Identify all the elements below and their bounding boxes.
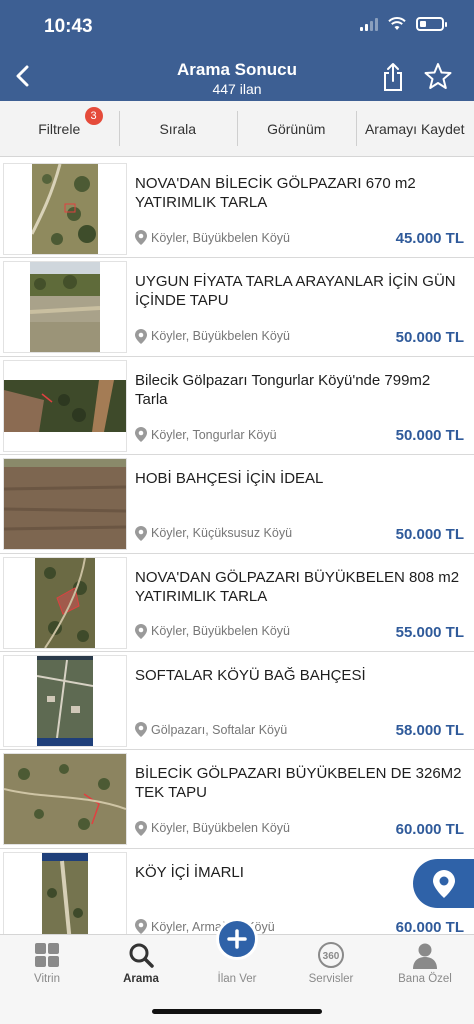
listing-title: NOVA'DAN BİLECİK GÖLPAZARI 670 m2 YATIRI… (135, 175, 416, 211)
listing-photo (3, 556, 127, 649)
listing-item[interactable]: Bilecik Gölpazarı Tongurlar Köyü'nde 799… (0, 357, 474, 456)
listing-title: Bilecik Gölpazarı Tongurlar Köyü'nde 799… (135, 371, 431, 408)
listing-photo (3, 359, 127, 452)
listing-title: SOFTALAR KÖYÜ BAĞ BAHÇESİ (135, 666, 366, 684)
person-icon (413, 943, 437, 969)
listing-item[interactable]: SOFTALAR KÖYÜ BAĞ BAHÇESİ Gölpazarı, Sof… (0, 652, 474, 751)
search-icon (129, 943, 154, 968)
tab-arama[interactable]: Arama (94, 935, 188, 995)
listing-photo (3, 458, 127, 551)
view-label: Görünüm (267, 120, 326, 137)
listing-title: BİLECİK GÖLPAZARI BÜYÜKBELEN DE 326M2 TE… (135, 765, 462, 802)
listing-location-text: Köyler, Tongurlar Köyü (151, 427, 277, 442)
tab-label: Vitrin (34, 973, 60, 985)
listing-location-text: Köyler, Büyükbelen Köyü (151, 329, 290, 344)
listing-price: 50.000 TL (395, 328, 464, 346)
listing-photo (3, 163, 127, 255)
status-icons (360, 17, 447, 31)
tab-bana-ozel[interactable]: Bana Özel (378, 935, 472, 995)
wifi-icon (388, 17, 406, 30)
tab-label: Arama (123, 973, 159, 985)
status-time: 10:43 (44, 16, 93, 37)
location-pin-icon (135, 919, 147, 935)
tab-vitrin[interactable]: Vitrin (0, 935, 94, 995)
360-icon: 360 (318, 942, 344, 968)
listing-title: UYGUN FİYATA TARLA ARAYANLAR İÇİN GÜN İÇ… (135, 273, 456, 310)
home-indicator (152, 1009, 322, 1014)
listing-item[interactable]: BİLECİK GÖLPAZARI BÜYÜKBELEN DE 326M2 TE… (0, 750, 474, 849)
listing-photo (3, 261, 127, 354)
listing-price: 55.000 TL (395, 623, 464, 641)
listing-item[interactable]: HOBİ BAHÇESİ İÇİN İDEAL Köyler, Küçüksus… (0, 455, 474, 554)
save-search-label: Aramayı Kaydet (364, 120, 465, 137)
favorite-search-button[interactable] (424, 62, 452, 90)
star-icon (424, 63, 452, 89)
listing-price: 50.000 TL (395, 525, 464, 543)
listing-location: Gölpazarı, Softalar Köyü (135, 722, 288, 738)
location-pin-icon (135, 623, 147, 639)
listing-location-text: Gölpazarı, Softalar Köyü (151, 722, 288, 737)
filter-button[interactable]: Filtrele 3 (0, 101, 119, 156)
location-pin-icon (135, 230, 147, 246)
listing-location-text: Köyler, Büyükbelen Köyü (151, 821, 290, 836)
cellular-signal-icon (360, 17, 378, 31)
share-button[interactable] (381, 62, 405, 92)
listing-location-text: Köyler, Küçüksusuz Köyü (151, 526, 293, 541)
listing-location-text: Köyler, Büyükbelen Köyü (151, 230, 290, 245)
listing-list: NOVA'DAN BİLECİK GÖLPAZARI 670 m2 YATIRI… (0, 160, 474, 948)
svg-text:360: 360 (323, 951, 340, 962)
filter-count-badge: 3 (84, 107, 103, 125)
location-pin-icon (135, 722, 147, 738)
listing-location: Köyler, Büyükbelen Köyü (135, 328, 290, 344)
listing-location-text: Köyler, Büyükbelen Köyü (151, 624, 290, 639)
listing-photo (3, 654, 127, 747)
listing-item[interactable]: NOVA'DAN BİLECİK GÖLPAZARI 670 m2 YATIRI… (0, 160, 474, 259)
listing-location: Köyler, Tongurlar Köyü (135, 427, 277, 443)
view-button[interactable]: Görünüm (237, 101, 356, 156)
location-pin-icon (432, 869, 455, 898)
listing-location: Köyler, Büyükbelen Köyü (135, 230, 290, 246)
results-toolbar: Filtrele 3 Sırala Görünüm Aramayı Kaydet (0, 101, 474, 157)
tab-label: Servisler (308, 973, 354, 985)
listing-title: HOBİ BAHÇESİ İÇİN İDEAL (135, 470, 324, 488)
tab-servisler[interactable]: 360 Servisler (284, 935, 378, 995)
listing-price: 50.000 TL (395, 427, 464, 445)
tab-label: İlan Ver (217, 973, 257, 985)
filter-label: Filtrele (38, 120, 81, 137)
location-pin-icon (135, 328, 147, 344)
listing-location: Köyler, Küçüksusuz Köyü (135, 525, 293, 541)
app-header: 10:43 Arama Sonucu 447 ilan (0, 0, 474, 101)
map-view-button[interactable] (413, 859, 474, 908)
listing-location: Köyler, Büyükbelen Köyü (135, 623, 290, 639)
listing-location: Köyler, Büyükbelen Köyü (135, 820, 290, 836)
post-listing-button[interactable] (216, 918, 258, 960)
plus-icon (227, 929, 247, 949)
tab-label: Bana Özel (398, 973, 452, 985)
location-pin-icon (135, 820, 147, 836)
listing-photo (3, 753, 127, 846)
grid-icon (35, 943, 59, 967)
save-search-button[interactable]: Aramayı Kaydet (355, 101, 474, 156)
listing-item[interactable]: NOVA'DAN GÖLPAZARI BÜYÜKBELEN 808 m2 YAT… (0, 554, 474, 652)
sort-label: Sırala (159, 120, 197, 137)
listing-price: 45.000 TL (395, 230, 464, 248)
listing-photo (3, 851, 127, 944)
sort-button[interactable]: Sırala (118, 101, 238, 156)
listing-price: 60.000 TL (395, 820, 464, 838)
share-icon (384, 63, 402, 91)
location-pin-icon (135, 427, 147, 443)
location-pin-icon (135, 525, 147, 541)
listing-item[interactable]: UYGUN FİYATA TARLA ARAYANLAR İÇİN GÜN İÇ… (0, 258, 474, 357)
listing-title: NOVA'DAN GÖLPAZARI BÜYÜKBELEN 808 m2 YAT… (135, 568, 460, 605)
listing-price: 58.000 TL (395, 722, 464, 740)
battery-icon (416, 17, 447, 31)
